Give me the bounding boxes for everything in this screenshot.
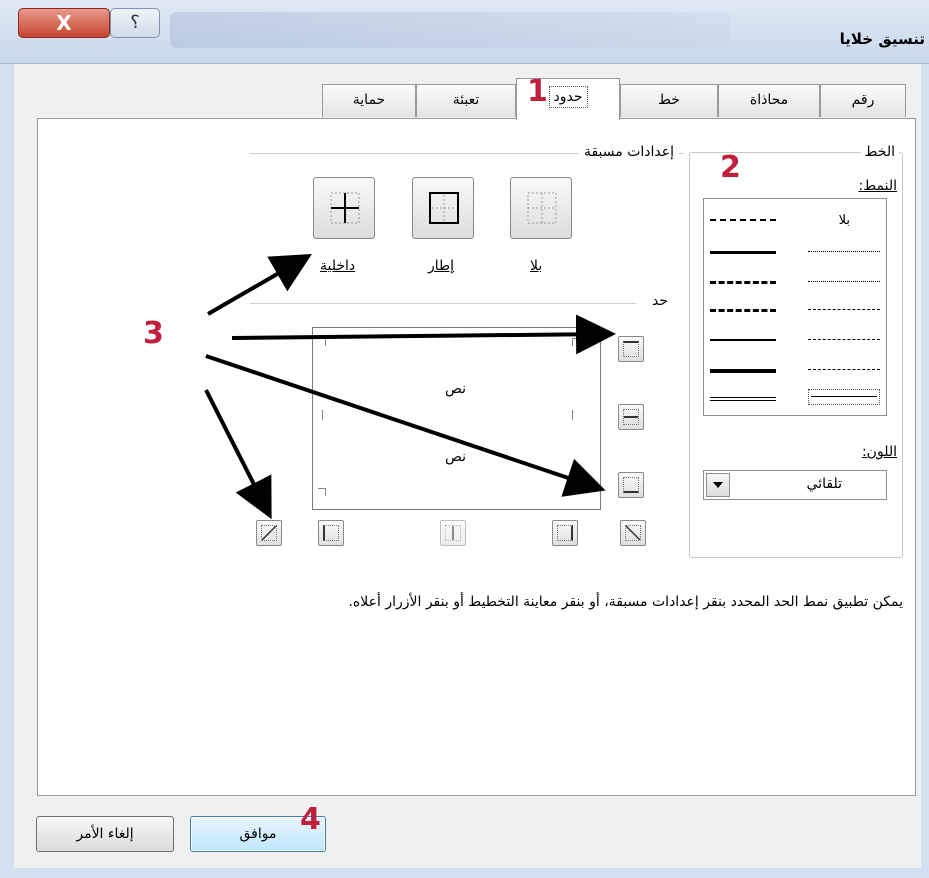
title-bar-background	[170, 12, 730, 48]
cancel-button[interactable]: إلغاء الأمر	[36, 816, 174, 852]
hint-text: يمكن تطبيق نمط الحد المحدد بنقر إعدادات …	[348, 594, 903, 610]
border-diagonal-up-button[interactable]	[256, 520, 282, 546]
border-vertical-button[interactable]	[440, 520, 466, 546]
line-group-title: الخط	[860, 144, 899, 160]
line-style-dash-dot[interactable]	[808, 339, 880, 340]
title-bar: X ؟ تنسيق خلايا	[0, 0, 929, 64]
preset-outline-label: إطار	[428, 258, 455, 274]
line-style-double[interactable]	[710, 397, 776, 401]
close-button[interactable]: X	[18, 8, 110, 38]
tab-number[interactable]: رقم	[820, 84, 906, 117]
window-frame-right	[921, 64, 929, 878]
tab-font[interactable]: خط	[620, 84, 718, 117]
tab-protection[interactable]: حماية	[322, 84, 416, 117]
line-style-thick[interactable]	[710, 369, 776, 373]
color-dropdown[interactable]: تلقائي	[703, 470, 887, 500]
preset-outline-icon	[429, 192, 459, 224]
presets-title: إعدادات مسبقة	[578, 144, 679, 160]
annotation-4: 4	[300, 802, 321, 837]
preview-middle-mark	[322, 410, 323, 420]
preview-corner-mark	[318, 488, 326, 496]
line-style-none[interactable]: بلا	[839, 213, 850, 228]
line-style-dashed[interactable]	[808, 369, 880, 370]
line-style-list[interactable]: بلا	[703, 198, 887, 416]
preview-text-bottom: نص	[445, 449, 467, 465]
border-title: حد	[646, 293, 673, 309]
line-style-thin-selected[interactable]	[808, 389, 880, 405]
border-left-button[interactable]	[318, 520, 344, 546]
preview-middle-mark	[572, 410, 573, 420]
preset-none-button[interactable]	[510, 177, 572, 239]
preset-inside-label: داخلية	[320, 258, 356, 274]
tab-alignment[interactable]: محاذاة	[718, 84, 820, 117]
preview-corner-mark	[318, 338, 326, 346]
help-button[interactable]: ؟	[110, 8, 160, 38]
window-frame-left	[0, 64, 14, 878]
line-style-medium-dashed[interactable]	[710, 309, 776, 312]
border-right-button[interactable]	[552, 520, 578, 546]
preview-corner-mark	[572, 338, 580, 346]
annotation-1: 1	[527, 74, 548, 109]
border-diagonal-down-button[interactable]	[620, 520, 646, 546]
line-style-dotted[interactable]	[808, 281, 880, 282]
chevron-down-icon[interactable]	[706, 473, 730, 497]
border-top-button[interactable]	[618, 336, 644, 362]
annotation-3: 3	[143, 316, 164, 351]
line-style-medium-dash-dot[interactable]	[710, 281, 776, 284]
color-dropdown-value: تلقائي	[806, 476, 842, 492]
window-frame-bottom	[0, 868, 929, 878]
line-style-slant-dash[interactable]	[710, 251, 776, 254]
border-bottom-button[interactable]	[618, 472, 644, 498]
tab-fill[interactable]: تعبئة	[416, 84, 516, 117]
preset-inside-button[interactable]	[313, 177, 375, 239]
line-style-dash-dot-thin[interactable]	[808, 309, 880, 310]
window-title: تنسيق خلايا	[839, 30, 925, 48]
line-style-hair[interactable]	[808, 251, 880, 252]
line-style-medium[interactable]	[710, 339, 776, 341]
tab-border-label: حدود	[548, 86, 588, 108]
preview-text-top: نص	[445, 381, 467, 397]
preset-inside-icon	[330, 192, 360, 224]
line-style-dash-dot-dot[interactable]	[710, 219, 776, 221]
preset-none-icon	[527, 192, 557, 224]
border-separator	[250, 303, 636, 304]
style-label: النمط:	[858, 178, 897, 194]
preset-none-label: بلا	[530, 258, 543, 274]
preset-outline-button[interactable]	[412, 177, 474, 239]
color-label: اللون:	[861, 444, 897, 460]
border-preview[interactable]	[312, 327, 601, 510]
border-horizontal-button[interactable]	[618, 404, 644, 430]
annotation-2: 2	[720, 150, 741, 185]
